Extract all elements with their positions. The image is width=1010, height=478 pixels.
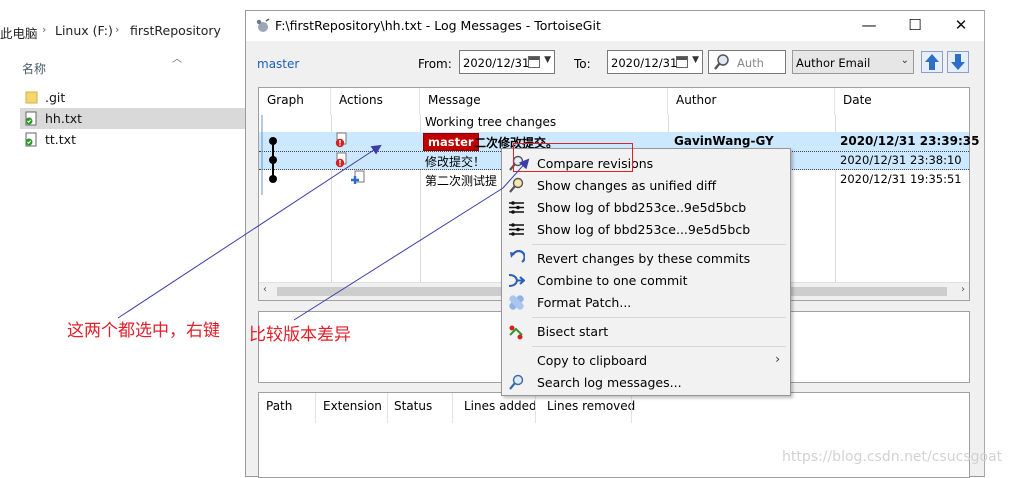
watermark: https://blog.csdn.net/csucsgoat xyxy=(782,449,1003,465)
annotation-compare-versions: 比较版本差异 xyxy=(249,325,351,345)
annotation-arrow xyxy=(502,158,530,189)
annotation-arrows xyxy=(117,144,530,321)
annotation-arrow xyxy=(117,144,382,319)
annotation-arrow xyxy=(293,187,504,321)
annotation-select-both: 这两个都选中，右键 xyxy=(67,321,220,341)
